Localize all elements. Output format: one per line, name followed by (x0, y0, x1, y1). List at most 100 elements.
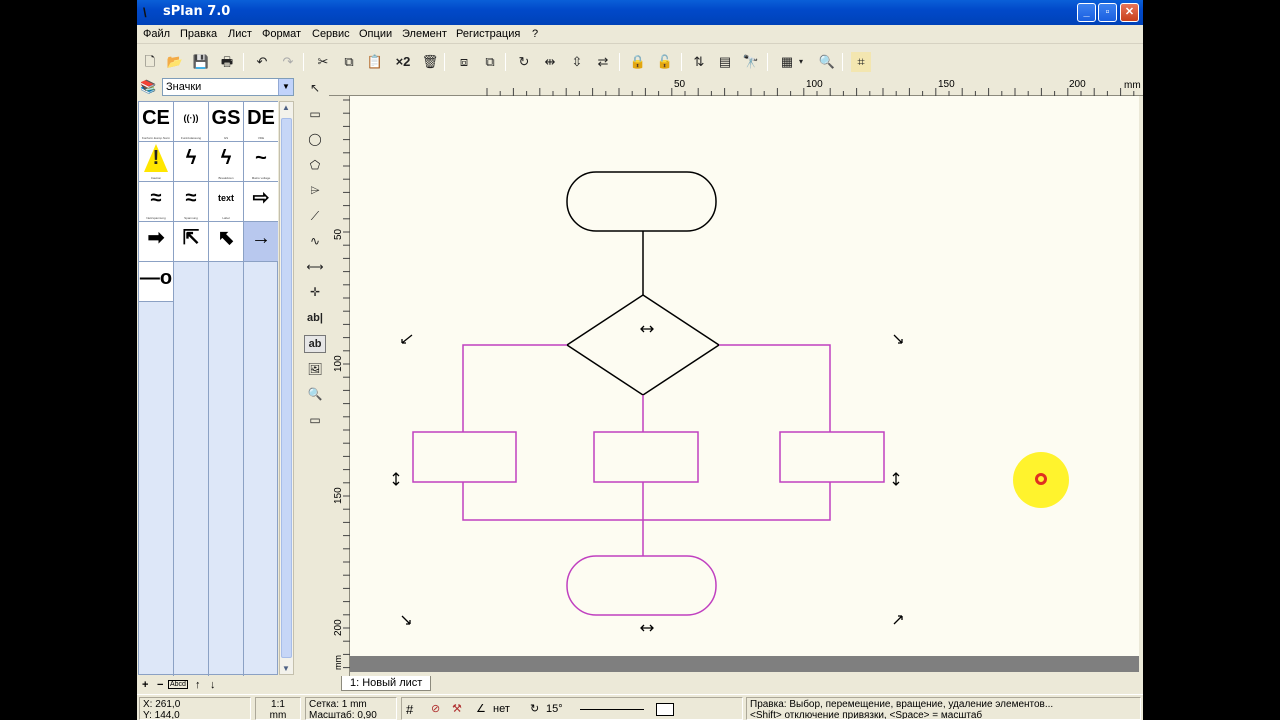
snap-icon[interactable]: ⌗ (851, 52, 871, 72)
library-symbol[interactable]: ϟ Breakdown (209, 142, 243, 182)
maximize-button[interactable]: ▫ (1098, 3, 1117, 22)
library-scrollbar[interactable]: ▲ ▼ (279, 101, 294, 675)
sheet-tabs: 1: Новый лист (329, 676, 1143, 694)
fill-sample[interactable] (656, 703, 674, 716)
grid-snap-icon[interactable]: # (406, 699, 413, 719)
library-symbol[interactable]: ⇨ (244, 182, 278, 222)
selection-handles[interactable] (392, 325, 903, 632)
library-symbol[interactable]: text Label (209, 182, 243, 222)
zoom-tool-icon[interactable]: 🔍 (304, 383, 326, 405)
library-symbol[interactable]: ⬉ (209, 222, 243, 262)
chevron-down-icon[interactable]: ▼ (278, 79, 293, 95)
library-books-icon[interactable]: 📚 (140, 79, 156, 95)
title-bar[interactable]: \ sPlan 7.0 _ ▫ ✕ (137, 0, 1143, 25)
to-back-icon[interactable]: ⧉ (480, 52, 500, 72)
new-file-icon[interactable]: 🗋 (140, 52, 160, 72)
grid-zoom-panel: Сетка: 1 mm Масштаб: 0,90 (305, 697, 397, 720)
grid-dropdown-icon[interactable]: ▾ (795, 52, 807, 72)
library-symbol[interactable]: ((·)) Funkzulassung (174, 102, 208, 142)
delete-icon[interactable]: 🗑 (420, 52, 440, 72)
decision-diamond-shape[interactable] (565, 294, 721, 396)
menu-registration[interactable]: Регистрация (456, 28, 520, 40)
mirror-h-icon[interactable]: ⇹ (540, 52, 560, 72)
paste-icon[interactable]: 📋 (365, 52, 385, 72)
flowchart-drawing[interactable] (350, 96, 1139, 656)
hammer-icon[interactable]: ⚒ (452, 699, 462, 719)
menu-edit[interactable]: Правка (180, 28, 217, 40)
library-symbol[interactable]: DE VDE (244, 102, 278, 142)
library-symbol[interactable]: ~ Mains voltage (244, 142, 278, 182)
ruler-label: 150 (333, 487, 344, 504)
polyline-tool-icon[interactable]: ⌲ (304, 179, 326, 201)
remove-library-button[interactable]: − (157, 679, 163, 691)
lock-icon[interactable]: 🔒 (628, 52, 648, 72)
grid-icon[interactable]: ▦ (777, 52, 797, 72)
rotate-step-icon[interactable]: ↻ (530, 699, 539, 719)
menu-sheet[interactable]: Лист (228, 28, 252, 40)
library-symbol[interactable]: CE Konform.Europ.Norm (139, 102, 173, 142)
copy-icon[interactable]: ⧉ (339, 52, 359, 72)
open-folder-icon[interactable]: 📂 (165, 52, 185, 72)
undo-icon[interactable]: ↶ (252, 52, 272, 72)
symbol-library: CE Konform.Europ.Norm ((·)) Funkzulassung GS… (138, 101, 278, 676)
ellipse-tool-icon[interactable]: ◯ (304, 128, 326, 150)
close-button[interactable]: ✕ (1120, 3, 1139, 22)
magnet-icon[interactable]: ⊘ (431, 699, 440, 719)
line-width-sample[interactable] (580, 709, 644, 710)
library-symbol[interactable]: ≈ Spannung (174, 182, 208, 222)
junction-tool-icon[interactable]: ✛ (304, 281, 326, 303)
library-symbol[interactable]: → (244, 222, 278, 262)
rotate-icon[interactable]: ↻ (514, 52, 534, 72)
library-symbol[interactable]: ! Caution (139, 142, 173, 182)
text-tool-icon[interactable]: ab| (304, 307, 326, 329)
library-symbol[interactable]: ➡ (139, 222, 173, 262)
to-front-icon[interactable]: ⧈ (454, 52, 474, 72)
library-symbol[interactable]: ϟ (174, 142, 208, 182)
textframe-tool-icon[interactable]: ab (304, 335, 326, 353)
menu-file[interactable]: Файл (143, 28, 170, 40)
unlock-icon[interactable]: 🔓 (655, 52, 675, 72)
angle-icon[interactable]: ∠ (476, 699, 486, 719)
drawing-sheet[interactable] (350, 96, 1139, 656)
rectangle-tool-icon[interactable]: ▭ (304, 103, 326, 125)
cut-icon[interactable]: ✂ (313, 52, 333, 72)
library-symbol[interactable]: ≈ Netzspannung (139, 182, 173, 222)
mirror-v-icon[interactable]: ⇳ (567, 52, 587, 72)
start-terminator-shape[interactable] (566, 171, 717, 232)
minimize-button[interactable]: _ (1077, 3, 1096, 22)
sheet-tab[interactable]: 1: Новый лист (341, 676, 432, 691)
save-icon[interactable]: 💾 (191, 52, 211, 72)
menu-options[interactable]: Опции (359, 28, 392, 40)
group-icon[interactable]: ⇄ (593, 52, 613, 72)
library-symbol[interactable]: —o (139, 262, 173, 302)
library-symbol[interactable]: ⇱ (174, 222, 208, 262)
find-icon[interactable]: 🔭 (741, 52, 761, 72)
library-symbol[interactable]: GS GS (209, 102, 243, 142)
dimension-tool-icon[interactable]: ⟷ (304, 256, 326, 278)
duplicate-icon[interactable]: ×2 (393, 52, 413, 72)
zoom-icon[interactable]: 🔍 (817, 52, 837, 72)
menu-format[interactable]: Формат (262, 28, 301, 40)
redo-icon[interactable]: ↷ (278, 52, 298, 72)
bezier-tool-icon[interactable]: ∿ (304, 230, 326, 252)
move-down-button[interactable]: ↓ (210, 679, 216, 691)
bom-icon[interactable]: ▤ (715, 52, 735, 72)
print-icon[interactable]: 🖶 (217, 52, 237, 72)
ruler-label: 50 (333, 228, 344, 240)
library-header: 📚 Значки ▼ (138, 77, 295, 97)
selected-group[interactable] (412, 344, 885, 616)
library-select[interactable]: Значки ▼ (162, 78, 294, 96)
drawing-area[interactable] (350, 96, 1139, 672)
ruler-tool-icon[interactable]: ▭ (304, 409, 326, 431)
menu-element[interactable]: Элемент (402, 28, 447, 40)
numbering-icon[interactable]: ⇅ (689, 52, 709, 72)
menu-help[interactable]: ? (532, 28, 538, 40)
rename-library-button[interactable]: Abcd (168, 680, 188, 689)
pointer-tool-icon[interactable]: ↖ (304, 77, 326, 99)
add-library-button[interactable]: + (142, 679, 148, 691)
menu-service[interactable]: Сервис (312, 28, 350, 40)
image-tool-icon[interactable]: 🖼 (304, 358, 326, 380)
line-tool-icon[interactable]: ⟋ (304, 205, 326, 227)
move-up-button[interactable]: ↑ (195, 679, 201, 691)
polygon-tool-icon[interactable]: ⬠ (304, 154, 326, 176)
